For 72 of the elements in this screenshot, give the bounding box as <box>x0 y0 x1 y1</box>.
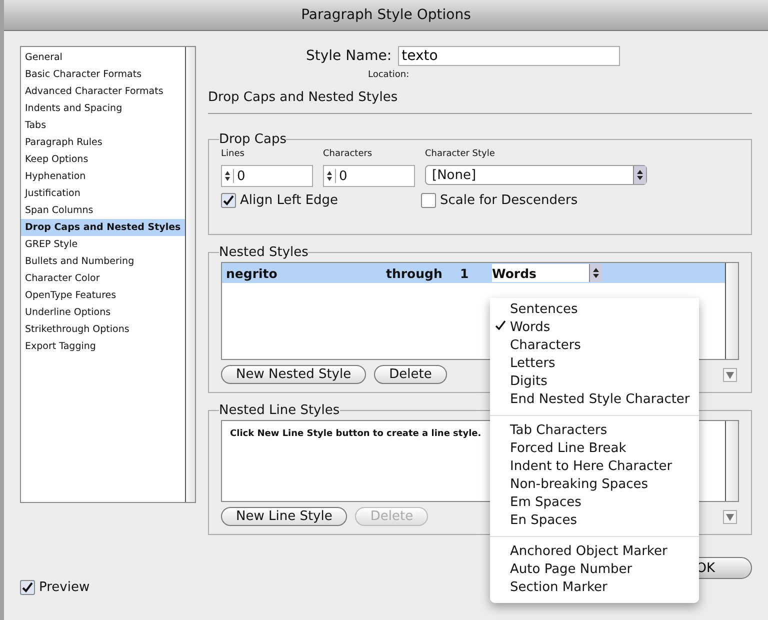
location-label: Location: <box>368 70 410 80</box>
scrollbar[interactable] <box>725 421 738 501</box>
sidebar-item[interactable]: Span Columns <box>21 202 185 219</box>
nested-style-row[interactable]: negrito through 1 Words <box>222 263 725 283</box>
stepper-arrows-icon[interactable] <box>222 169 234 183</box>
stepper-arrows-icon[interactable] <box>324 169 336 183</box>
group-title: Nested Styles <box>219 245 308 260</box>
sidebar-item[interactable]: GREP Style <box>21 236 185 253</box>
menu-item[interactable]: Section Marker <box>490 579 699 597</box>
scrollbar[interactable] <box>184 47 195 502</box>
menu-item[interactable]: Characters <box>490 337 699 355</box>
sidebar-item[interactable]: General <box>21 49 185 66</box>
checkbox-label: Preview <box>39 580 90 595</box>
sidebar-item[interactable]: Underline Options <box>21 304 185 321</box>
sidebar-item[interactable]: Strikethrough Options <box>21 321 185 338</box>
unit-field[interactable]: Words <box>492 264 602 282</box>
sidebar-item[interactable]: Export Tagging <box>21 338 185 355</box>
character-style-dropdown[interactable]: [None] <box>425 165 647 185</box>
group-title: Nested Line Styles <box>219 403 340 418</box>
sidebar-item[interactable]: Hyphenation <box>21 168 185 185</box>
mode-cell-text: through <box>386 266 444 280</box>
menu-item[interactable]: Auto Page Number <box>490 561 699 579</box>
stepper-arrows-icon <box>592 266 600 280</box>
field-label: Lines <box>221 149 246 159</box>
menu-item[interactable]: Indent to Here Character <box>490 458 699 476</box>
pill-button[interactable]: Delete <box>374 365 447 384</box>
sidebar-item[interactable]: Indents and Spacing <box>21 100 185 117</box>
sidebar-item[interactable]: Paragraph Rules <box>21 134 185 151</box>
sidebar-item[interactable]: Character Color <box>21 270 185 287</box>
sidebar-item[interactable]: Bullets and Numbering <box>21 253 185 270</box>
hint-text: Click New Line Style button to create a line style. <box>230 429 482 439</box>
menu-item[interactable]: Words <box>490 319 699 337</box>
menu-item[interactable]: Tab Characters <box>490 422 699 440</box>
checkmark-icon <box>494 320 506 331</box>
count-cell-text: 1 <box>460 266 470 280</box>
stepper-arrows-icon <box>636 168 644 182</box>
sidebar-item[interactable]: Keep Options <box>21 151 185 168</box>
preview-checkbox[interactable] <box>20 580 35 595</box>
checkbox[interactable] <box>221 193 236 208</box>
menu-item[interactable]: Letters <box>490 355 699 373</box>
sidebar-item[interactable]: OpenType Features <box>21 287 185 304</box>
checkbox[interactable] <box>421 193 436 208</box>
move-down-icon[interactable] <box>723 368 737 382</box>
sidebar-item[interactable]: Justification <box>21 185 185 202</box>
scrollbar[interactable] <box>725 263 738 359</box>
group-title: Drop Caps <box>219 132 286 147</box>
style-name-field[interactable]: texto <box>398 46 620 66</box>
menu-item[interactable]: Non-breaking Spaces <box>490 476 699 494</box>
menu-item[interactable]: Anchored Object Marker <box>490 543 699 561</box>
field-label: Style Name: <box>306 48 392 64</box>
window-title: Paragraph Style Options <box>301 7 471 23</box>
style-cell-text: negrito <box>225 266 278 280</box>
characters-field[interactable]: 0 <box>323 165 415 187</box>
menu-item[interactable]: Digits <box>490 373 699 391</box>
menu-item[interactable]: Em Spaces <box>490 494 699 512</box>
menu-item[interactable]: Forced Line Break <box>490 440 699 458</box>
field-label: Character Style <box>425 149 496 159</box>
menu-item[interactable]: En Spaces <box>490 512 699 530</box>
sidebar-item[interactable]: Drop Caps and Nested Styles <box>21 219 185 236</box>
sidebar-item[interactable]: Advanced Character Formats <box>21 83 185 100</box>
move-down-icon[interactable] <box>723 510 737 524</box>
pill-button[interactable]: New Nested Style <box>221 365 366 384</box>
section-title: Drop Caps and Nested Styles <box>208 90 399 105</box>
menu-item[interactable]: Sentences <box>490 301 699 319</box>
sidebar-item[interactable]: Basic Character Formats <box>21 66 185 83</box>
sidebar-item[interactable]: Tabs <box>21 117 185 134</box>
lines-field[interactable]: 0 <box>221 165 313 187</box>
checkbox-label: Align Left Edge <box>240 193 338 208</box>
field-label: Characters <box>323 149 374 159</box>
checkbox-label: Scale for Descenders <box>440 193 578 208</box>
menu-item[interactable]: End Nested Style Character <box>490 391 699 409</box>
pill-button[interactable]: New Line Style <box>221 507 348 526</box>
